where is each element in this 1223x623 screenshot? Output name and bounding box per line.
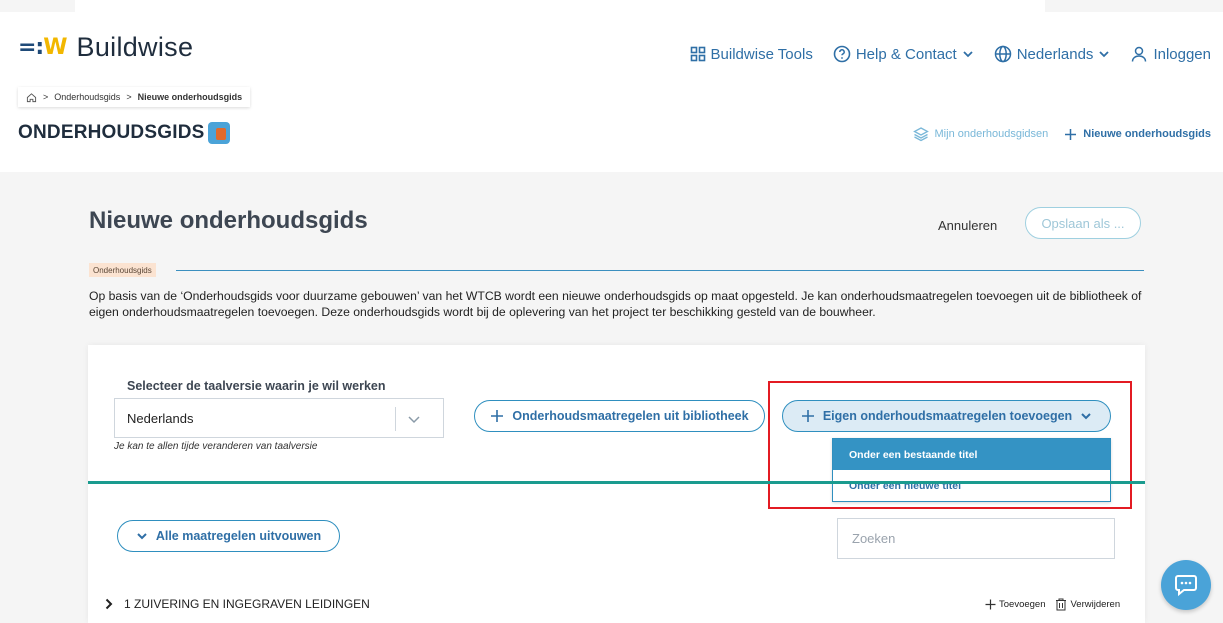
- add-from-library-button[interactable]: Onderhoudsmaatregelen uit bibliotheek: [474, 400, 765, 432]
- section-row[interactable]: 1 ZUIVERING EN INGEGRAVEN LEIDINGEN: [104, 597, 370, 611]
- add-measure-button[interactable]: Toevoegen: [985, 599, 1045, 610]
- top-nav: Buildwise Tools Help & Contact Nederland…: [690, 45, 1211, 63]
- breadcrumb-current: Nieuwe onderhoudsgids: [137, 92, 243, 102]
- trash-icon: [1056, 598, 1067, 611]
- breadcrumb-parent[interactable]: Onderhoudsgids: [54, 92, 120, 102]
- nav-buildwise-tools[interactable]: Buildwise Tools: [690, 46, 813, 63]
- divider: [176, 270, 1144, 271]
- nav-help-contact[interactable]: Help & Contact: [833, 45, 974, 63]
- language-select-value: Nederlands: [127, 411, 194, 426]
- breadcrumb: > Onderhoudsgids > Nieuwe onderhoudsgids: [18, 87, 251, 107]
- home-icon[interactable]: [26, 92, 37, 103]
- globe-icon: [994, 45, 1011, 63]
- section-tag: Onderhoudsgids: [89, 263, 156, 277]
- chat-button[interactable]: [1161, 560, 1211, 610]
- chevron-down-icon: [1099, 51, 1110, 58]
- teal-divider: [88, 481, 1145, 484]
- expand-all-label: Alle maatregelen uitvouwen: [155, 529, 322, 543]
- chevron-down-icon: [408, 416, 420, 424]
- breadcrumb-separator: >: [126, 92, 132, 102]
- add-from-library-label: Onderhoudsmaatregelen uit bibliotheek: [512, 409, 749, 423]
- highlight-box: [768, 381, 1132, 509]
- search-input[interactable]: [837, 518, 1115, 559]
- onderhoudsgids-brand[interactable]: ONDERHOUDSGIDS: [18, 122, 231, 144]
- nav-login-label: Inloggen: [1153, 45, 1211, 63]
- help-circle-icon: [833, 45, 851, 63]
- nav-language-label: Nederlands: [1016, 45, 1094, 63]
- brand-text: ONDERHOUDSGIDS: [18, 122, 205, 143]
- language-hint: Je kan te allen tijde veranderen van taa…: [114, 441, 318, 452]
- top-strip-inner: [75, 0, 1045, 12]
- chat-icon: [1175, 575, 1197, 597]
- plus-icon: [491, 410, 504, 422]
- my-guides-label: Mijn onderhoudsgidsen: [934, 128, 1049, 140]
- plus-icon: [985, 599, 996, 610]
- save-as-button[interactable]: Opslaan als ...: [1025, 207, 1141, 239]
- plus-icon: [1065, 128, 1077, 140]
- nav-tools-label: Buildwise Tools: [710, 45, 813, 63]
- my-guides-link[interactable]: Mijn onderhoudsgidsen: [912, 126, 1049, 142]
- chevron-down-icon: [963, 51, 973, 58]
- buildwise-logo[interactable]: =:W Buildwise: [18, 32, 193, 63]
- section-actions: Toevoegen Verwijderen: [985, 598, 1120, 611]
- nav-language[interactable]: Nederlands: [994, 45, 1111, 63]
- add-measure-label: Toevoegen: [999, 599, 1046, 610]
- chevron-down-icon: [137, 533, 147, 540]
- description: Op basis van de ‘Onderhoudsgids voor duu…: [89, 289, 1142, 319]
- top-strip: [0, 0, 1223, 12]
- section-title: 1 ZUIVERING EN INGEGRAVEN LEIDINGEN: [124, 597, 370, 611]
- page-title: Nieuwe onderhoudsgids: [89, 207, 368, 234]
- breadcrumb-separator: >: [43, 92, 49, 102]
- cancel-button[interactable]: Annuleren: [938, 218, 997, 233]
- new-guide-label: Nieuwe onderhoudsgids: [1083, 128, 1211, 140]
- language-select[interactable]: Nederlands: [114, 398, 444, 438]
- layers-icon: [912, 127, 929, 142]
- delete-section-label: Verwijderen: [1070, 599, 1121, 610]
- user-icon: [1132, 46, 1147, 62]
- nav-login[interactable]: Inloggen: [1130, 45, 1211, 63]
- sub-nav: Mijn onderhoudsgidsen Nieuwe onderhoudsg…: [912, 126, 1211, 142]
- language-select-label: Selecteer de taalversie waarin je wil we…: [127, 379, 386, 393]
- delete-section-button[interactable]: Verwijderen: [1055, 598, 1120, 611]
- new-guide-link[interactable]: Nieuwe onderhoudsgids: [1064, 128, 1211, 141]
- grid-icon: [690, 46, 705, 62]
- chevron-right-icon: [105, 598, 113, 610]
- logo-text: Buildwise: [76, 32, 194, 62]
- logo-mark: =:W: [18, 35, 68, 60]
- expand-all-button[interactable]: Alle maatregelen uitvouwen: [117, 520, 340, 552]
- nav-help-label: Help & Contact: [855, 45, 957, 63]
- brand-badge-icon: [208, 122, 231, 144]
- select-separator: [395, 407, 396, 431]
